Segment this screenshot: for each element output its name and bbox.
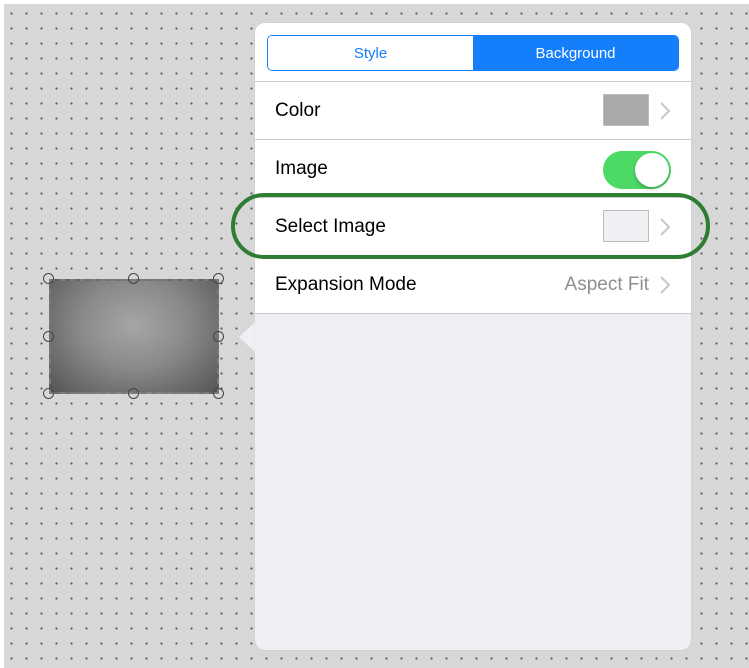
resize-handle-bottom-left[interactable]: [43, 388, 54, 399]
row-image: Image: [255, 140, 691, 198]
color-swatch: [603, 94, 649, 126]
resize-handle-top-left[interactable]: [43, 273, 54, 284]
chevron-right-icon: [660, 217, 671, 236]
row-image-label: Image: [275, 157, 328, 179]
row-expansion-mode-label: Expansion Mode: [275, 273, 417, 295]
segmented-control: Style Background: [267, 35, 679, 71]
resize-handle-bottom-right[interactable]: [213, 388, 224, 399]
chevron-right-icon: [660, 101, 671, 120]
resize-handle-middle-left[interactable]: [43, 331, 54, 342]
row-select-image[interactable]: Select Image: [255, 198, 691, 256]
toggle-knob: [635, 153, 669, 187]
selected-shape[interactable]: [49, 279, 219, 394]
image-swatch: [603, 210, 649, 242]
resize-handle-bottom-middle[interactable]: [128, 388, 139, 399]
tab-background[interactable]: Background: [473, 36, 678, 70]
image-toggle[interactable]: [603, 151, 671, 189]
row-expansion-mode[interactable]: Expansion Mode Aspect Fit: [255, 256, 691, 314]
inspector-popover: Style Background Color Image Select Imag…: [255, 23, 691, 650]
popover-arrow: [239, 321, 256, 353]
chevron-right-icon: [660, 275, 671, 294]
expansion-mode-value: Aspect Fit: [564, 273, 649, 295]
resize-handle-top-right[interactable]: [213, 273, 224, 284]
segmented-bar: Style Background: [255, 23, 691, 82]
row-color[interactable]: Color: [255, 82, 691, 140]
row-color-label: Color: [275, 99, 321, 121]
tab-style[interactable]: Style: [268, 36, 473, 70]
settings-list: Color Image Select Image Expansion Mode …: [255, 82, 691, 314]
resize-handle-top-middle[interactable]: [128, 273, 139, 284]
resize-handle-middle-right[interactable]: [213, 331, 224, 342]
row-select-image-label: Select Image: [275, 215, 386, 237]
